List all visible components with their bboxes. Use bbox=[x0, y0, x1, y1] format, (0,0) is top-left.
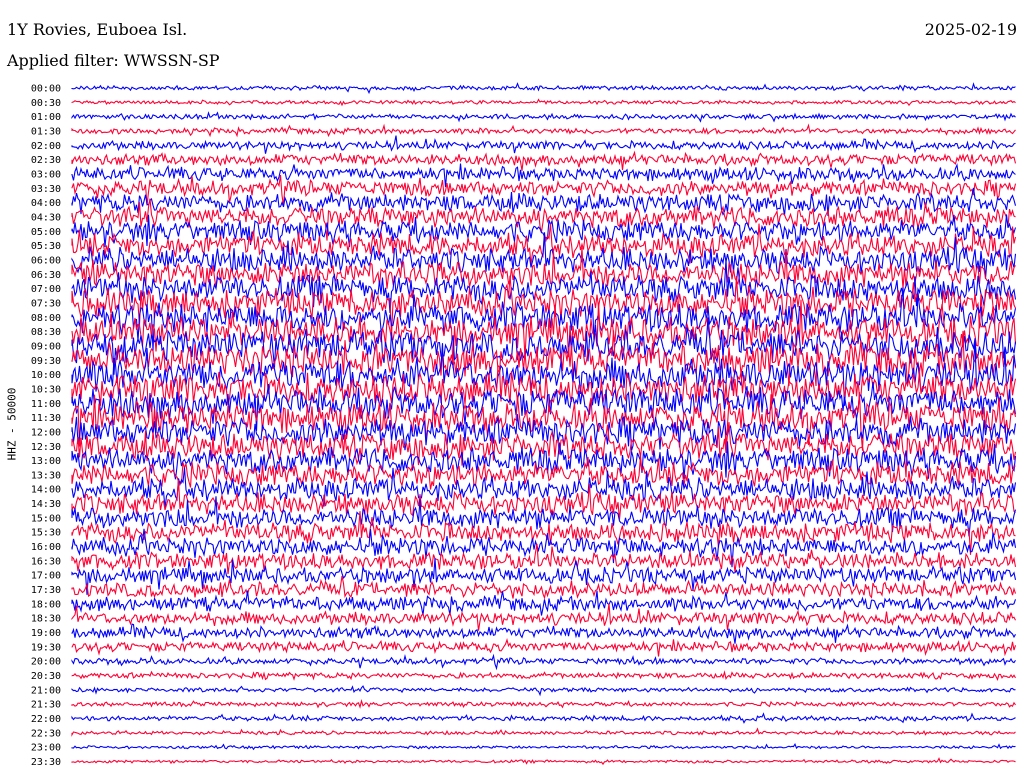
row-time-label: 07:00 bbox=[31, 284, 61, 295]
row-time-label: 00:00 bbox=[31, 84, 61, 95]
row-time-label: 01:00 bbox=[31, 112, 61, 123]
row-time-label: 14:30 bbox=[31, 499, 61, 510]
row-time-label: 22:30 bbox=[31, 728, 61, 739]
row-time-label: 11:30 bbox=[31, 413, 61, 424]
row-time-label: 00:30 bbox=[31, 98, 61, 109]
row-time-label: 07:30 bbox=[31, 298, 61, 309]
row-time-label: 20:00 bbox=[31, 657, 61, 668]
trace-row-2100 bbox=[71, 685, 1016, 697]
trace-row-0030 bbox=[71, 98, 1016, 107]
row-time-label: 21:30 bbox=[31, 700, 61, 711]
row-time-label: 05:00 bbox=[31, 227, 61, 238]
row-time-label: 17:00 bbox=[31, 571, 61, 582]
row-time-label: 12:30 bbox=[31, 442, 61, 453]
row-time-label: 22:00 bbox=[31, 714, 61, 725]
row-time-label: 17:30 bbox=[31, 585, 61, 596]
row-time-label: 15:00 bbox=[31, 513, 61, 524]
row-time-label: 13:00 bbox=[31, 456, 61, 467]
row-time-label: 02:00 bbox=[31, 141, 61, 152]
row-time-label: 06:30 bbox=[31, 270, 61, 281]
trace-row-0100 bbox=[71, 111, 1016, 123]
row-time-label: 03:30 bbox=[31, 184, 61, 195]
row-time-label: 04:00 bbox=[31, 198, 61, 209]
row-time-label: 06:00 bbox=[31, 255, 61, 266]
trace-row-2030 bbox=[71, 670, 1016, 682]
trace-row-1900 bbox=[71, 623, 1016, 644]
trace-row-2300 bbox=[71, 742, 1016, 751]
trace-row-2000 bbox=[71, 653, 1016, 671]
trace-row-0230 bbox=[71, 150, 1017, 171]
trace-row-2130 bbox=[71, 698, 1016, 709]
trace-row-0200 bbox=[71, 135, 1016, 154]
row-time-label: 15:30 bbox=[31, 528, 61, 539]
row-time-label: 16:00 bbox=[31, 542, 61, 553]
trace-row-2200 bbox=[71, 712, 1016, 724]
row-time-label: 16:30 bbox=[31, 556, 61, 567]
trace-row-1830 bbox=[71, 603, 1016, 631]
row-time-label: 10:00 bbox=[31, 370, 61, 381]
row-time-label: 18:00 bbox=[31, 599, 61, 610]
row-time-label: 11:00 bbox=[31, 399, 61, 410]
row-time-label: 19:30 bbox=[31, 642, 61, 653]
row-time-label: 19:00 bbox=[31, 628, 61, 639]
row-time-label: 08:00 bbox=[31, 313, 61, 324]
helicorder-plot: 00:00 00:30 01:00 01:30 02:00 02:30 03:00 03:30… bbox=[31, 82, 1017, 768]
row-time-label: 20:30 bbox=[31, 671, 61, 682]
row-time-label: 10:30 bbox=[31, 384, 61, 395]
row-time-label: 18:30 bbox=[31, 614, 61, 625]
trace-row-2230 bbox=[71, 727, 1016, 737]
row-time-label: 02:30 bbox=[31, 155, 61, 166]
row-time-label: 21:00 bbox=[31, 685, 61, 696]
row-time-label: 14:00 bbox=[31, 485, 61, 496]
row-time-label: 13:30 bbox=[31, 470, 61, 481]
row-time-label: 23:30 bbox=[31, 757, 61, 768]
row-time-label: 04:30 bbox=[31, 212, 61, 223]
row-time-label: 08:30 bbox=[31, 327, 61, 338]
trace-row-0000 bbox=[71, 82, 1016, 95]
trace-row-1930 bbox=[71, 637, 1017, 657]
row-time-label: 01:30 bbox=[31, 126, 61, 137]
trace-row-1800 bbox=[71, 590, 1017, 616]
row-time-label: 03:00 bbox=[31, 169, 61, 180]
trace-row-2330 bbox=[71, 757, 1016, 766]
trace-row-0130 bbox=[71, 123, 1016, 138]
row-time-label: 23:00 bbox=[31, 743, 61, 754]
row-time-label: 09:00 bbox=[31, 341, 61, 352]
row-time-label: 09:30 bbox=[31, 356, 61, 367]
row-time-label: 05:30 bbox=[31, 241, 61, 252]
row-time-label: 12:00 bbox=[31, 427, 61, 438]
